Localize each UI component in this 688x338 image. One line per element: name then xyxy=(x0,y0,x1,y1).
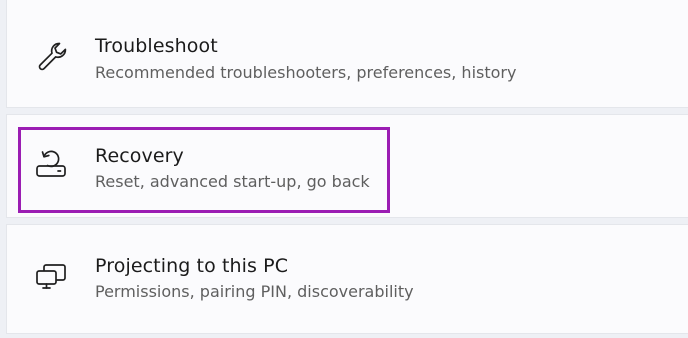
settings-item-recovery[interactable]: Recovery Reset, advanced start-up, go ba… xyxy=(6,114,688,218)
wrench-icon xyxy=(33,38,69,74)
item-title: Recovery xyxy=(95,145,184,167)
settings-item-projecting[interactable]: Projecting to this PC Permissions, pairi… xyxy=(6,224,688,334)
settings-item-troubleshoot[interactable]: Troubleshoot Recommended troubleshooters… xyxy=(6,0,688,108)
item-title: Projecting to this PC xyxy=(95,255,289,277)
item-subtitle: Permissions, pairing PIN, discoverabilit… xyxy=(95,282,414,301)
item-title: Troubleshoot xyxy=(95,35,218,57)
item-subtitle: Recommended troubleshooters, preferences… xyxy=(95,63,517,82)
recovery-icon xyxy=(33,145,69,181)
project-to-pc-icon xyxy=(33,259,69,295)
item-subtitle: Reset, advanced start-up, go back xyxy=(95,172,370,191)
